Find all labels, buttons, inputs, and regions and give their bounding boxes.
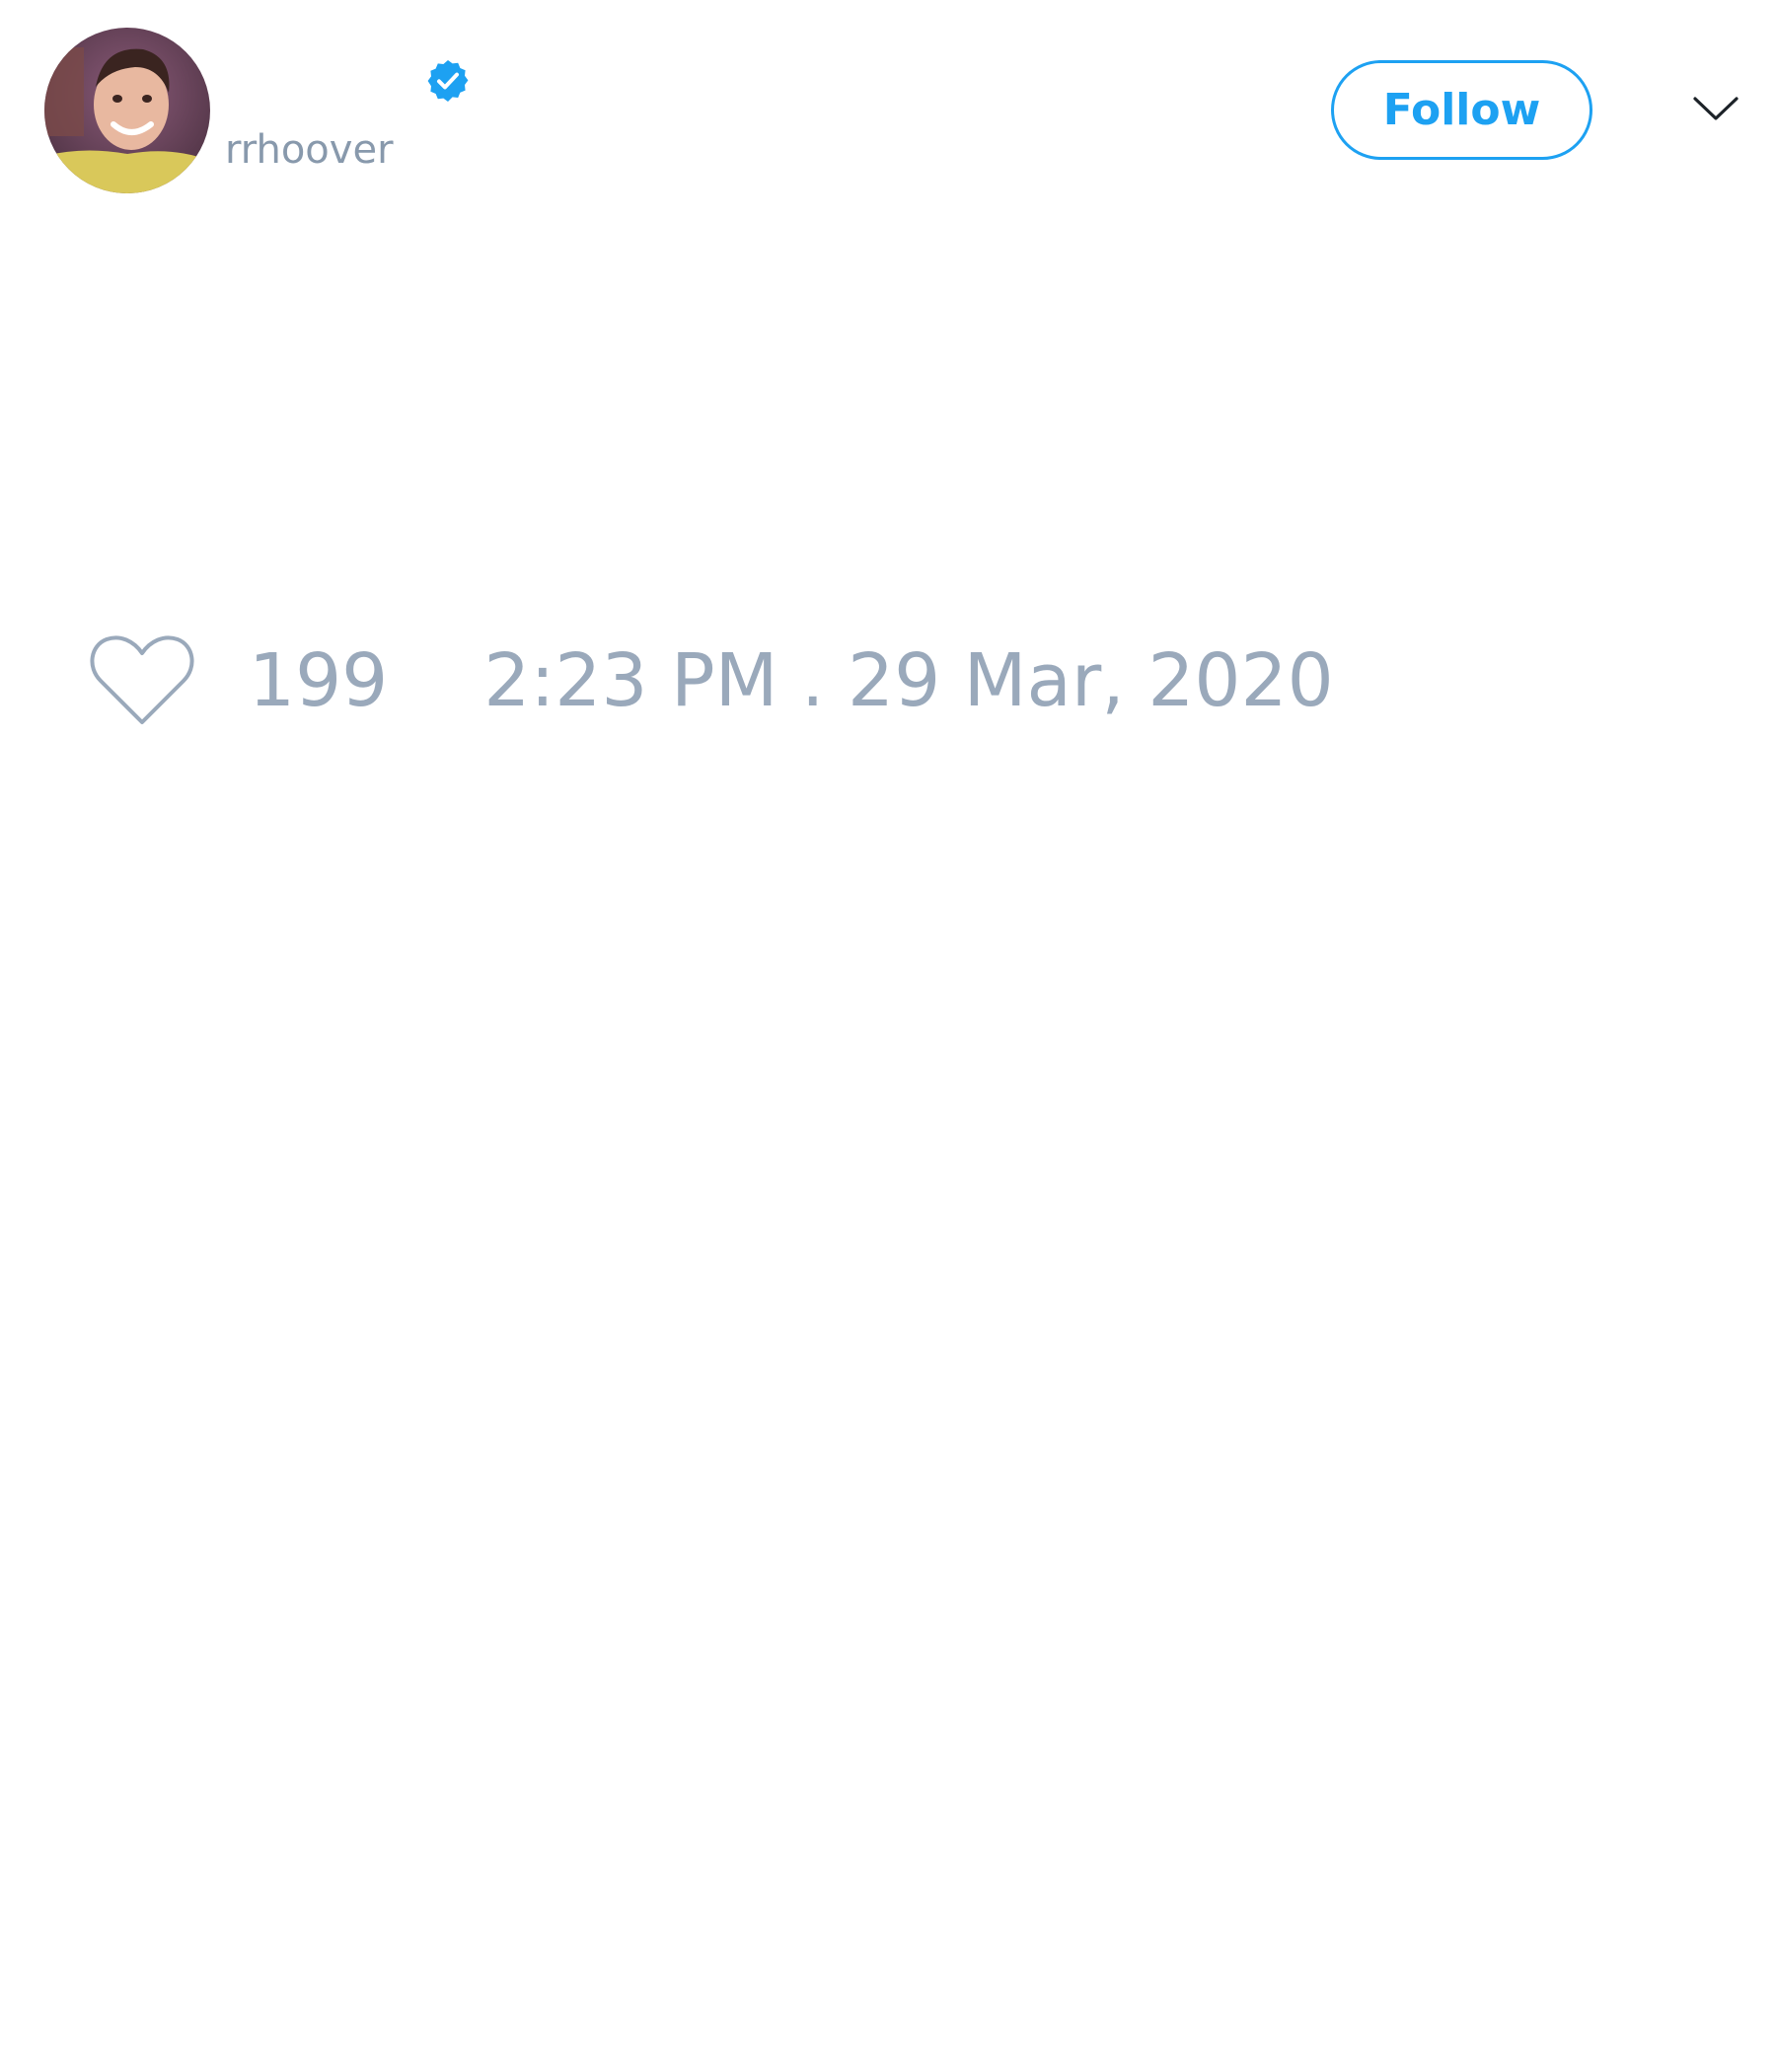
chevron-down-icon[interactable] (1691, 89, 1740, 128)
like-count: 199 (249, 638, 389, 723)
tweet-timestamp[interactable]: 2:23 PM . 29 Mar, 2020 (483, 631, 1333, 730)
author-handle[interactable]: rrhoover (225, 126, 394, 174)
tweet-card: rrhoover Follow 199 2:23 PM . 29 Mar, 20… (0, 0, 1776, 2072)
tweet-meta-row: 199 2:23 PM . 29 Mar, 2020 (89, 631, 1334, 730)
heart-outline-icon[interactable] (89, 631, 195, 730)
follow-button[interactable]: Follow (1331, 60, 1592, 160)
avatar[interactable] (44, 28, 210, 193)
verified-badge-icon (427, 60, 469, 102)
avatar-image (44, 28, 210, 193)
